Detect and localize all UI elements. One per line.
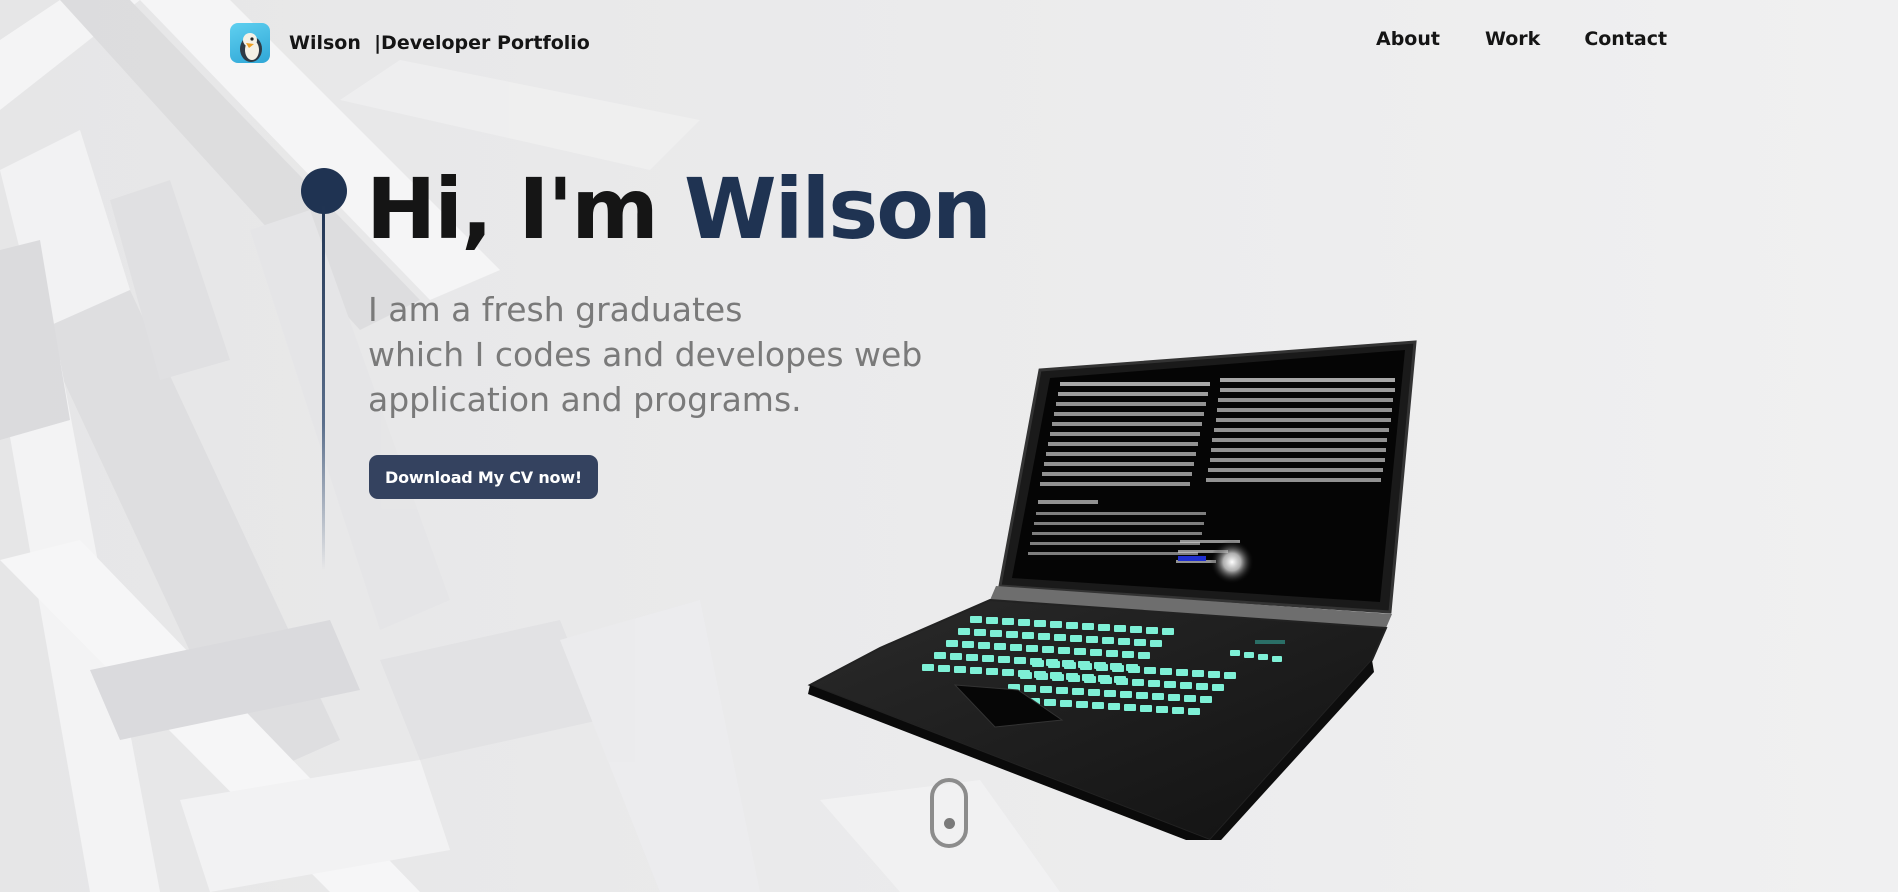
nav-link-about[interactable]: About	[1376, 28, 1440, 50]
nav-link-work[interactable]: Work	[1485, 28, 1540, 50]
hero-name: Wilson	[684, 160, 992, 258]
penguin-icon	[230, 23, 270, 63]
scroll-dot	[944, 818, 955, 829]
hero-description-line: I am a fresh graduates	[368, 290, 743, 329]
hero-description-line: which I codes and developes web	[368, 335, 923, 374]
scroll-indicator[interactable]	[930, 778, 968, 848]
hero-title: Hi, I'm Wilson	[366, 154, 992, 264]
nav-link-contact[interactable]: Contact	[1584, 28, 1667, 50]
hero-description-line: application and programs.	[368, 380, 802, 419]
brand-name: Wilson |Developer Portfolio	[289, 32, 590, 54]
download-cv-button[interactable]: Download My CV now!	[369, 455, 598, 499]
hero-greeting: Hi, I'm	[366, 160, 659, 258]
site-header: Wilson |Developer Portfolio About Work C…	[0, 0, 1898, 86]
accent-line	[322, 205, 325, 570]
hero-description: I am a fresh graduates which I codes and…	[368, 287, 922, 422]
main-nav: About Work Contact	[1376, 28, 1667, 50]
brand[interactable]: Wilson |Developer Portfolio	[230, 22, 590, 64]
